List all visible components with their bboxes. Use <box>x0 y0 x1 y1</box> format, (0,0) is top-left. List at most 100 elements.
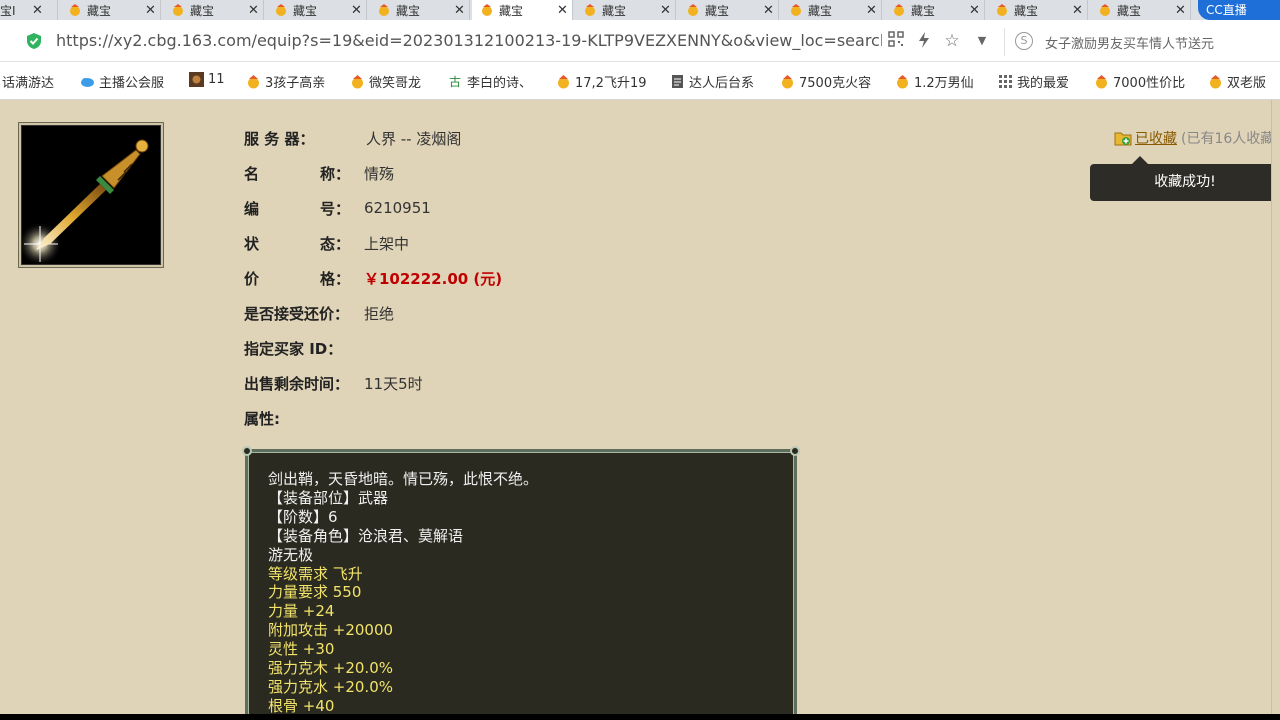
star-icon[interactable]: ☆ <box>942 31 962 51</box>
corner-ornament <box>242 446 252 456</box>
price-label: 价格： <box>244 269 350 288</box>
scrollbar[interactable] <box>1271 100 1280 714</box>
search-box[interactable]: S 女子激励男友买车情人节送元 <box>1004 28 1280 56</box>
price-value: ￥102222.00 (元) <box>364 269 503 288</box>
bookmark-item[interactable]: 我的最爱 <box>998 72 1069 91</box>
attribute-line: 根骨 +40 <box>268 696 335 714</box>
bookmark-item[interactable]: 话满游达 <box>2 72 54 91</box>
bookmark-label: 微笑哥龙 <box>369 76 422 91</box>
name-label: 名称： <box>244 164 350 183</box>
browser-tab[interactable]: 藏宝 ✕ <box>678 0 779 20</box>
tab-close-icon[interactable]: ✕ <box>248 3 259 18</box>
cbg-favicon-icon <box>377 3 391 17</box>
browser-tab[interactable]: 宝I ✕ <box>0 0 58 20</box>
tab-label: 宝I <box>0 3 16 18</box>
svg-text:古: 古 <box>449 74 461 89</box>
bookmark-item[interactable]: 3孩子高亲 <box>246 72 325 91</box>
bookmark-label: 17,2飞升19 <box>575 76 647 91</box>
name-value: 情殇 <box>364 164 395 183</box>
buyer-label: 指定买家 ID： <box>244 339 343 358</box>
browser-tab[interactable]: 藏宝 ✕ <box>575 0 676 20</box>
tab-close-icon[interactable]: ✕ <box>557 3 568 18</box>
favorite-link[interactable]: 已收藏 (已有16人收藏 <box>1114 128 1271 148</box>
bookmark-item[interactable]: 11 <box>189 72 225 87</box>
bookmark-label: 双老版 <box>1227 76 1267 91</box>
tab-close-icon[interactable]: ✕ <box>1175 3 1186 18</box>
browser-tab[interactable]: 藏宝 ✕ <box>987 0 1088 20</box>
browser-tab[interactable]: 藏宝 ✕ <box>1090 0 1191 20</box>
remaining-row: 出售剩余时间： 11天5时 <box>244 373 423 393</box>
favorite-label[interactable]: 已收藏 <box>1135 128 1177 148</box>
tab-close-icon[interactable]: ✕ <box>454 3 465 18</box>
attribute-line: 等级需求 飞升 <box>268 564 363 583</box>
browser-tab[interactable]: 藏宝 ✕ <box>60 0 161 20</box>
browser-tab[interactable]: 藏宝 ✕ <box>781 0 882 20</box>
attribute-line: 【阶数】6 <box>268 507 338 526</box>
bookmark-item[interactable]: 17,2飞升19 <box>556 72 647 91</box>
qr-code-icon[interactable] <box>886 31 906 51</box>
number-value: 6210951 <box>364 199 431 217</box>
bookmark-item[interactable]: 双老版 <box>1208 72 1266 91</box>
tab-close-icon[interactable]: ✕ <box>1072 3 1083 18</box>
status-row: 状态： 上架中 <box>244 233 409 253</box>
bookmark-item[interactable]: 达人后台系 <box>670 72 754 91</box>
doc-icon <box>670 74 685 89</box>
number-row: 编号： 6210951 <box>244 198 431 218</box>
poem-icon: 古 <box>448 74 463 89</box>
screen-bottom-edge <box>0 714 1280 720</box>
search-engine-icon[interactable]: S <box>1015 32 1033 50</box>
buyer-row: 指定买家 ID： <box>244 338 342 358</box>
tab-close-icon[interactable]: ✕ <box>763 3 774 18</box>
remaining-value: 11天5时 <box>364 374 423 393</box>
tab-close-icon[interactable]: ✕ <box>145 3 156 18</box>
bookmark-item[interactable]: 古李白的诗、 <box>448 72 532 91</box>
url-input[interactable]: https://xy2.cbg.163.com/equip?s=19&eid=2… <box>56 31 882 50</box>
attribute-line: 灵性 +30 <box>268 640 335 659</box>
tab-close-icon[interactable]: ✕ <box>660 3 671 18</box>
cbg-icon <box>246 74 261 89</box>
game-icon <box>189 72 204 87</box>
bookmark-item[interactable]: 主播公会服 <box>80 72 164 91</box>
browser-tab[interactable]: 藏宝 ✕ <box>163 0 264 20</box>
attribute-line: 附加攻击 +20000 <box>268 621 394 640</box>
server-value: 人界 -- 凌烟阁 <box>366 129 462 148</box>
number-label: 编号： <box>244 199 350 218</box>
browser-tab[interactable]: 藏宝 ✕ <box>266 0 367 20</box>
browser-tab[interactable]: 藏宝 ✕ <box>472 0 573 20</box>
remaining-label: 出售剩余时间： <box>244 374 350 393</box>
bookmark-label: 7000性价比 <box>1113 76 1186 91</box>
cbg-favicon-icon <box>892 3 906 17</box>
bookmark-item[interactable]: 7500克火容 <box>780 72 871 91</box>
attributes-list: 剑出鞘，天昏地暗。情已殇，此恨不绝。 【装备部位】武器 【阶数】6 【装备角色】沧浪君… <box>268 470 788 714</box>
cbg-favicon-icon <box>274 3 288 17</box>
attribute-line: 力量 +24 <box>268 602 335 621</box>
cbg-icon <box>1208 74 1223 89</box>
tab-close-icon[interactable]: ✕ <box>866 3 877 18</box>
tab-label: 藏宝 <box>396 3 421 18</box>
browser-tab[interactable]: 藏宝 ✕ <box>884 0 985 20</box>
page-content: 服 务 器： 人界 -- 凌烟阁 名称： 情殇 编号： 6210951 状态： … <box>0 100 1271 714</box>
cbg-icon <box>350 74 365 89</box>
attribute-line: 游无极 <box>268 545 314 564</box>
server-row: 服 务 器： 人界 -- 凌烟阁 <box>244 128 461 148</box>
toast-arrow <box>1132 156 1148 164</box>
tab-close-icon[interactable]: ✕ <box>351 3 362 18</box>
tab-label: 藏宝 <box>1014 3 1039 18</box>
tab-close-icon[interactable]: ✕ <box>969 3 980 18</box>
cc-live-badge[interactable]: CC直播 <box>1198 0 1280 20</box>
browser-tab[interactable]: 藏宝 ✕ <box>369 0 470 20</box>
attribute-line: 剑出鞘，天昏地暗。情已殇，此恨不绝。 <box>268 470 539 488</box>
secure-shield-icon[interactable] <box>26 32 42 50</box>
status-label: 状态： <box>244 234 350 253</box>
bookmark-label: 11 <box>208 72 225 87</box>
cbg-favicon-icon <box>995 3 1009 17</box>
favorite-count: (已有16人收藏 <box>1181 131 1271 147</box>
search-input[interactable]: 女子激励男友买车情人节送元 <box>1045 33 1241 52</box>
lightning-icon[interactable] <box>914 31 934 51</box>
bookmark-item[interactable]: 7000性价比 <box>1094 72 1185 91</box>
corner-ornament <box>790 446 800 456</box>
chevron-down-icon[interactable]: ▼ <box>972 31 992 51</box>
tab-close-icon[interactable]: ✕ <box>32 3 43 18</box>
bookmark-item[interactable]: 1.2万男仙 <box>895 72 974 91</box>
bookmark-item[interactable]: 微笑哥龙 <box>350 72 421 91</box>
